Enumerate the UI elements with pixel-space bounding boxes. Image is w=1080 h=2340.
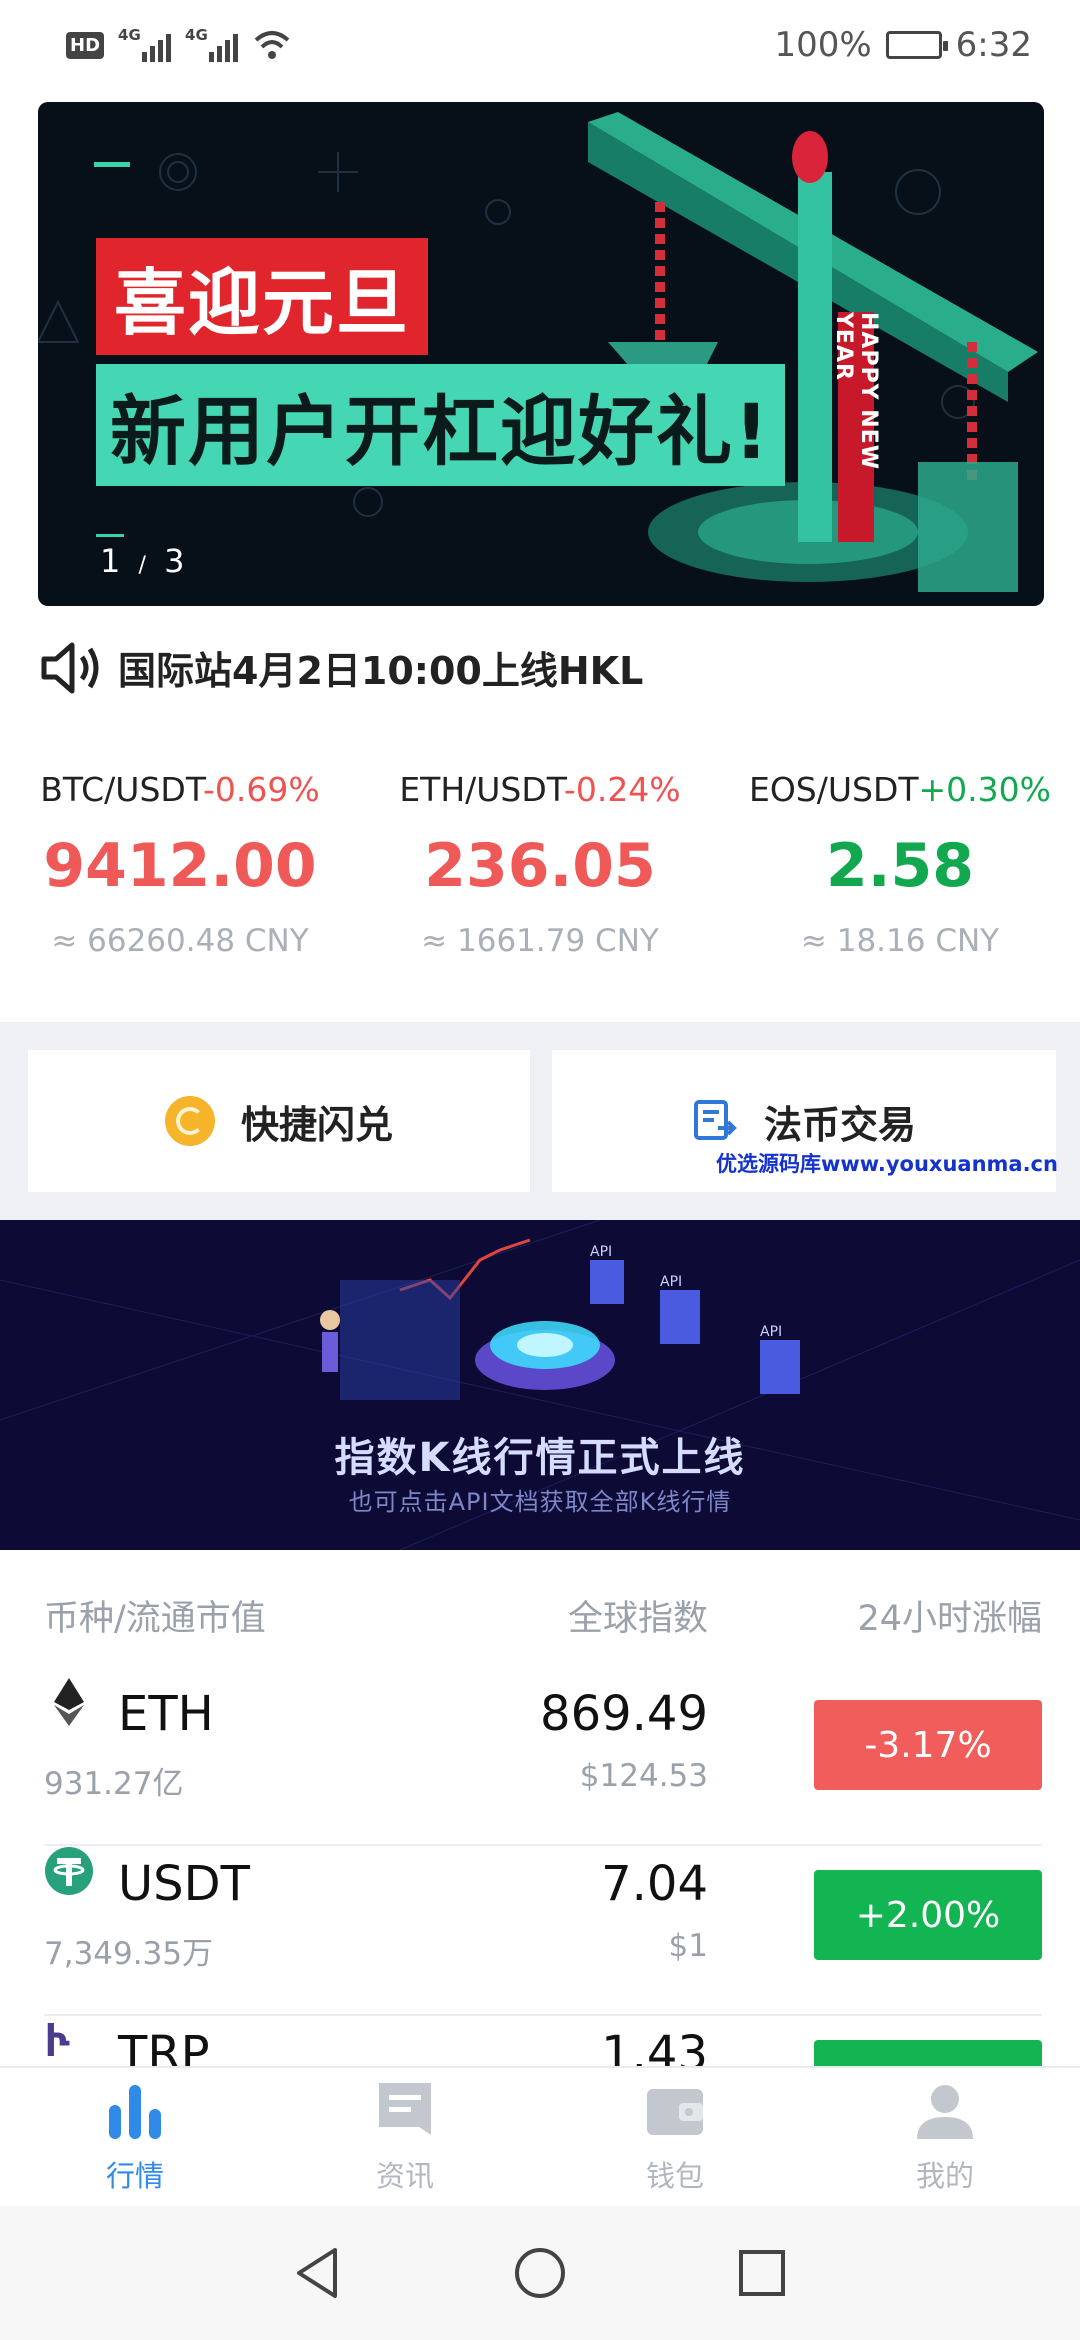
global-index: 869.49 xyxy=(540,1686,708,1742)
header-coin: 币种/流通市值 xyxy=(44,1599,266,1639)
ticker-price: 2.58 xyxy=(825,831,975,901)
svg-text:API: API xyxy=(760,1324,782,1340)
clock: 6:32 xyxy=(955,25,1032,65)
ticker-cny: ≈ 66260.48 CNY xyxy=(51,923,309,959)
ticker-pair: EOS/USDT xyxy=(748,770,919,809)
kline-promo-banner[interactable]: API API API 指数K线行情正式上线 也可点击API文档获取全部K线行情 xyxy=(0,1220,1080,1550)
battery-icon xyxy=(885,31,948,59)
ticker-cny: ≈ 18.16 CNY xyxy=(800,923,1000,959)
tab-label: 我的 xyxy=(915,2159,974,2193)
home-icon[interactable] xyxy=(513,2246,567,2300)
speaker-icon xyxy=(41,642,99,693)
global-index: 7.04 xyxy=(601,1856,708,1912)
status-left: HD 4G 4G xyxy=(66,26,292,62)
ticker-change: -0.69% xyxy=(202,770,320,809)
coin-symbol: USDT xyxy=(118,1856,250,1912)
signal-icon: 4G xyxy=(185,26,239,62)
happy-new-year-ribbon: HAPPY NEW YEAR xyxy=(831,312,881,542)
status-bar: HD 4G 4G 100% 6:32 xyxy=(0,0,1080,90)
profile-icon xyxy=(917,2085,973,2139)
tab-label: 资讯 xyxy=(375,2159,434,2193)
tab-label: 行情 xyxy=(105,2159,164,2193)
recents-icon[interactable] xyxy=(737,2248,787,2298)
quick-swap-button[interactable]: 快捷闪兑 xyxy=(28,1050,530,1192)
ticker-eth[interactable]: ETH/USDT-0.24% 236.05 ≈ 1661.79 CNY xyxy=(360,770,720,959)
hero-banner[interactable]: 喜迎元旦 新用户开杠迎好礼! HAPPY NEW YEAR 1 / 3 xyxy=(38,102,1044,606)
hero-tag-promo: 新用户开杠迎好礼! xyxy=(96,364,785,486)
wallet-icon xyxy=(647,2089,703,2135)
usd-price: $124.53 xyxy=(579,1758,708,1794)
coin-symbol: ETH xyxy=(118,1686,214,1742)
status-right: 100% 6:32 xyxy=(774,25,1032,65)
ticker-price: 9412.00 xyxy=(43,831,317,901)
promo-title: 指数K线行情正式上线 xyxy=(334,1435,746,1481)
tab-wallet[interactable]: 钱包 xyxy=(540,2068,810,2206)
ticker-price: 236.05 xyxy=(424,831,656,901)
change-badge[interactable]: +2.00% xyxy=(814,1870,1042,1960)
ticker-cny: ≈ 1661.79 CNY xyxy=(421,923,659,959)
tab-label: 钱包 xyxy=(645,2159,704,2193)
hero-pager: 1 / 3 xyxy=(96,534,184,580)
signal-icon: 4G xyxy=(118,26,172,62)
header-change[interactable]: 24小时涨幅 xyxy=(857,1590,1042,1641)
battery-percent: 100% xyxy=(774,25,872,65)
hero-decor-dash xyxy=(94,162,130,167)
ticker-strip: BTC/USDT-0.69% 9412.00 ≈ 66260.48 CNY ET… xyxy=(0,770,1080,959)
ticker-change: -0.24% xyxy=(563,770,681,809)
watermark-text: 优选源码库www.youxuanma.cn xyxy=(716,1152,1058,1176)
tab-news[interactable]: 资讯 xyxy=(270,2068,540,2206)
ticker-pair: ETH/USDT xyxy=(399,770,564,809)
system-nav-bar xyxy=(0,2206,1080,2340)
market-row-usdt[interactable]: USDT 7,349.35万 7.04 $1 +2.00% xyxy=(44,1846,1042,2016)
svg-text:API: API xyxy=(590,1244,612,1260)
market-row-eth[interactable]: ETH 931.27亿 869.49 $124.53 -3.17% xyxy=(44,1676,1042,1846)
trp-icon: Ⴡ xyxy=(46,2020,70,2066)
market-cap: 7,349.35万 xyxy=(44,1936,214,1972)
promo-subtitle: 也可点击API文档获取全部K线行情 xyxy=(348,1488,732,1516)
ticker-eos[interactable]: EOS/USDT+0.30% 2.58 ≈ 18.16 CNY xyxy=(720,770,1080,959)
announcement-text: 国际站4月2日10:00上线HKL xyxy=(118,649,644,693)
announcement-bar[interactable]: 国际站4月2日10:00上线HKL xyxy=(40,640,643,695)
change-badge[interactable]: -3.17% xyxy=(814,1700,1042,1790)
wifi-icon xyxy=(254,31,290,59)
market-cap: 931.27亿 xyxy=(44,1766,184,1802)
news-icon xyxy=(379,2083,431,2135)
tab-profile[interactable]: 我的 xyxy=(810,2068,1080,2206)
fiat-trade-label: 法币交易 xyxy=(763,1102,916,1147)
quick-swap-label: 快捷闪兑 xyxy=(240,1102,393,1147)
ticker-pair: BTC/USDT xyxy=(40,770,203,809)
tab-market[interactable]: 行情 xyxy=(0,2068,270,2206)
hero-tag-holiday: 喜迎元旦 xyxy=(96,238,429,355)
market-chart-icon xyxy=(109,2085,161,2139)
bottom-navigation: 行情 资讯 钱包 我的 xyxy=(0,2066,1080,2206)
ticker-btc[interactable]: BTC/USDT-0.69% 9412.00 ≈ 66260.48 CNY xyxy=(0,770,360,959)
swap-coin-icon xyxy=(164,1096,215,1146)
back-icon[interactable] xyxy=(293,2246,343,2300)
usd-price: $1 xyxy=(668,1928,708,1964)
ethereum-icon xyxy=(54,1678,84,1726)
ticker-change: +0.30% xyxy=(918,770,1052,809)
svg-text:Ⴡ: Ⴡ xyxy=(46,2020,70,2066)
tether-icon xyxy=(45,1847,93,1895)
fiat-trade-icon xyxy=(693,1100,737,1140)
svg-text:API: API xyxy=(660,1274,682,1290)
hd-badge: HD xyxy=(66,31,105,59)
header-index: 全球指数 xyxy=(567,1599,708,1639)
